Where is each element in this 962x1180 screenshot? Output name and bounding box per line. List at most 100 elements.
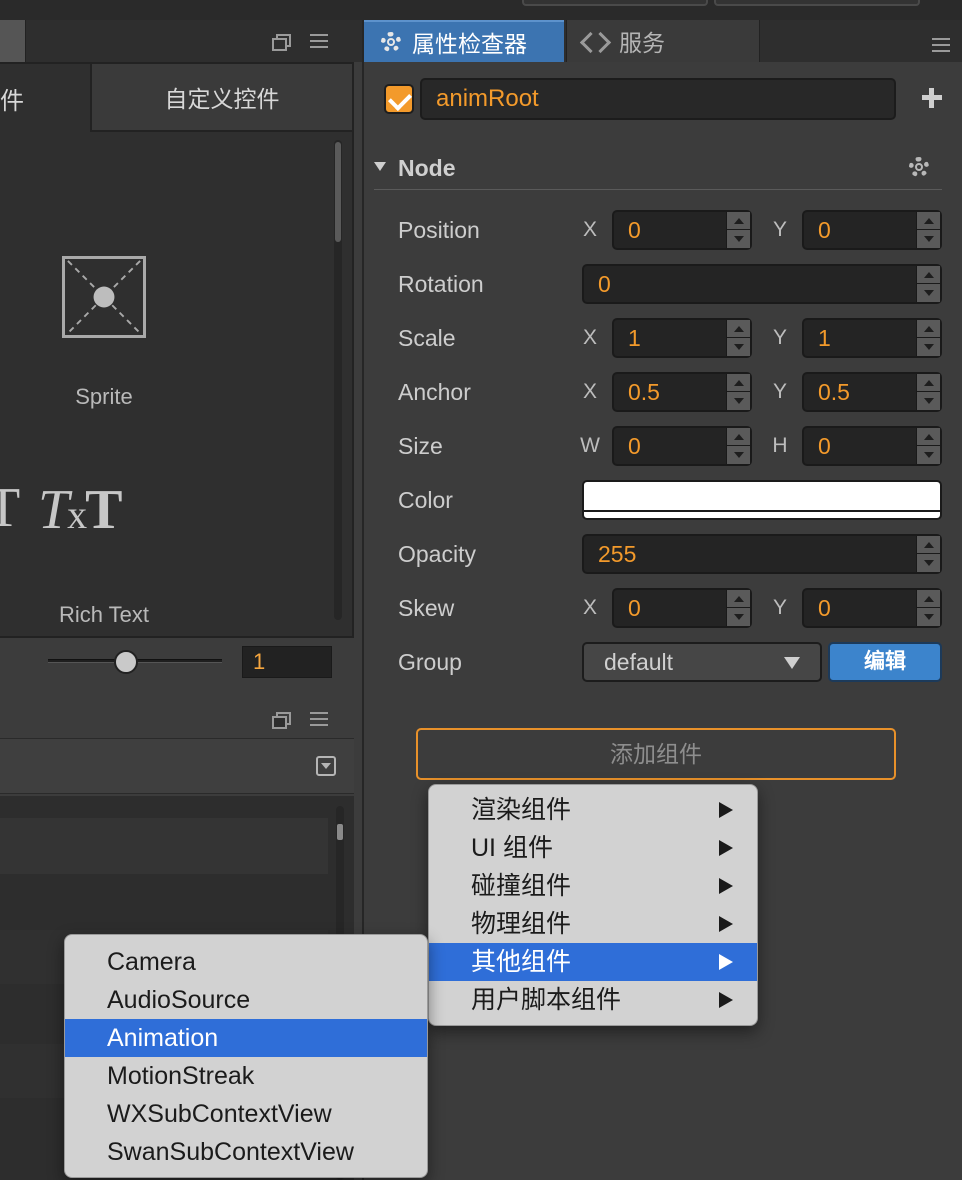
input-value: 0.5 [628, 379, 660, 405]
zoom-input[interactable]: 1 [242, 646, 332, 678]
size-height-input[interactable]: 0 [802, 426, 942, 466]
dropdown-icon[interactable] [316, 756, 336, 776]
left-panel2-header [0, 738, 354, 794]
asset-label-sprite: Sprite [75, 384, 133, 409]
skew-y-input[interactable]: 0 [802, 588, 942, 628]
group-select[interactable]: default [582, 642, 822, 682]
menu-item-label: 渲染组件 [471, 796, 572, 824]
menu-item-swansubcontextview[interactable]: SwanSubContextView [65, 1133, 427, 1171]
select-value: default [604, 649, 674, 675]
scale-x-input[interactable]: 1 [612, 318, 752, 358]
add-component-button[interactable]: 添加组件 [416, 728, 896, 780]
menu-item-user-script-components[interactable]: 用户脚本组件 [429, 981, 757, 1019]
menu-item-label: 用户脚本组件 [471, 986, 622, 1014]
collapse-arrow-icon [374, 162, 386, 172]
position-y-input[interactable]: 0 [802, 210, 942, 250]
left-panel2-controls [272, 712, 328, 729]
stepper-arrows[interactable] [726, 320, 750, 356]
tab-inspector[interactable]: 属性检查器 [364, 20, 564, 62]
list-scrollbar-thumb[interactable] [337, 824, 343, 840]
menu-item-collider-components[interactable]: 碰撞组件 [429, 867, 757, 905]
skew-x-input[interactable]: 0 [612, 588, 752, 628]
stepper-arrows[interactable] [916, 266, 940, 302]
node-section-header[interactable]: Node [374, 146, 942, 190]
axis-y-label: Y [772, 218, 787, 241]
anchor-y-input[interactable]: 0.5 [802, 372, 942, 412]
left-panel-tab[interactable] [0, 20, 26, 62]
opacity-input[interactable]: 255 [582, 534, 942, 574]
input-value: 0 [628, 433, 641, 459]
stepper-arrows[interactable] [916, 320, 940, 356]
sprite-placeholder-icon [67, 260, 141, 334]
menu-item-other-components[interactable]: 其他组件 [429, 943, 757, 981]
settings-gear-icon[interactable] [908, 156, 930, 178]
menu-item-camera[interactable]: Camera [65, 943, 427, 981]
stepper-arrows[interactable] [916, 590, 940, 626]
input-value: 1 [818, 325, 831, 351]
size-width-input[interactable]: 0 [612, 426, 752, 466]
submenu-arrow-icon [719, 802, 733, 818]
sprite-icon[interactable] [62, 256, 146, 338]
toolbar-button-partial[interactable] [714, 0, 920, 6]
axis-x-label: X [582, 596, 597, 619]
input-value: 0 [628, 217, 641, 243]
node-name-input[interactable]: animRoot [420, 78, 896, 120]
scale-y-input[interactable]: 1 [802, 318, 942, 358]
axis-w-label: W [580, 434, 600, 457]
tab-label: 属性检查器 [412, 31, 527, 57]
menu-item-wxsubcontextview[interactable]: WXSubContextView [65, 1095, 427, 1133]
menu-item-physics-components[interactable]: 物理组件 [429, 905, 757, 943]
zoom-slider-knob[interactable] [114, 650, 138, 674]
stepper-arrows[interactable] [726, 428, 750, 464]
node-active-checkbox[interactable] [384, 84, 414, 114]
rotation-input[interactable]: 0 [582, 264, 942, 304]
toolbar-button-partial[interactable] [522, 0, 708, 6]
tab-builtin-controls[interactable]: 件 [0, 64, 90, 132]
menu-item-label: UI 组件 [471, 834, 553, 862]
position-x-input[interactable]: 0 [612, 210, 752, 250]
label-anchor: Anchor [398, 379, 471, 405]
tab-label: 服务 [619, 30, 665, 56]
list-item[interactable] [0, 818, 328, 874]
stepper-arrows[interactable] [916, 212, 940, 248]
add-icon[interactable] [920, 86, 944, 110]
left-panel-controls [272, 34, 328, 51]
menu-item-label: 其他组件 [471, 948, 572, 976]
rich-text-icon[interactable]: TxT [38, 478, 123, 542]
library-scrollbar-thumb[interactable] [335, 142, 341, 242]
gear-icon [378, 29, 404, 55]
input-value: 0 [628, 595, 641, 621]
tab-custom-controls[interactable]: 自定义控件 [90, 64, 352, 132]
restore-window-icon[interactable] [272, 34, 291, 51]
restore-window-icon[interactable] [272, 712, 291, 729]
stepper-arrows[interactable] [726, 212, 750, 248]
panel-menu-icon[interactable] [310, 34, 328, 48]
anchor-x-input[interactable]: 0.5 [612, 372, 752, 412]
axis-x-label: X [582, 218, 597, 241]
axis-y-label: Y [772, 596, 787, 619]
label-skew: Skew [398, 595, 455, 621]
stepper-arrows[interactable] [916, 428, 940, 464]
input-value: 1 [628, 325, 641, 351]
label-group: Group [398, 649, 462, 675]
tab-services[interactable]: 服务 [566, 20, 760, 62]
stepper-arrows[interactable] [726, 374, 750, 410]
stepper-arrows[interactable] [916, 536, 940, 572]
menu-item-motionstreak[interactable]: MotionStreak [65, 1057, 427, 1095]
menu-item-animation[interactable]: Animation [65, 1019, 427, 1057]
label-position: Position [398, 217, 480, 243]
stepper-arrows[interactable] [726, 590, 750, 626]
panel-menu-icon[interactable] [932, 38, 950, 52]
panel-menu-icon[interactable] [310, 712, 328, 726]
controls-library [0, 62, 354, 638]
menu-item-audiosource[interactable]: AudioSource [65, 981, 427, 1019]
menu-item-ui-components[interactable]: UI 组件 [429, 829, 757, 867]
edit-group-button[interactable]: 编辑 [828, 642, 942, 682]
axis-h-label: H [772, 434, 788, 457]
other-components-submenu: Camera AudioSource Animation MotionStrea… [64, 934, 428, 1178]
submenu-arrow-icon [719, 992, 733, 1008]
stepper-arrows[interactable] [916, 374, 940, 410]
axis-x-label: X [582, 326, 597, 349]
menu-item-render-components[interactable]: 渲染组件 [429, 791, 757, 829]
color-picker-swatch[interactable] [582, 480, 942, 520]
